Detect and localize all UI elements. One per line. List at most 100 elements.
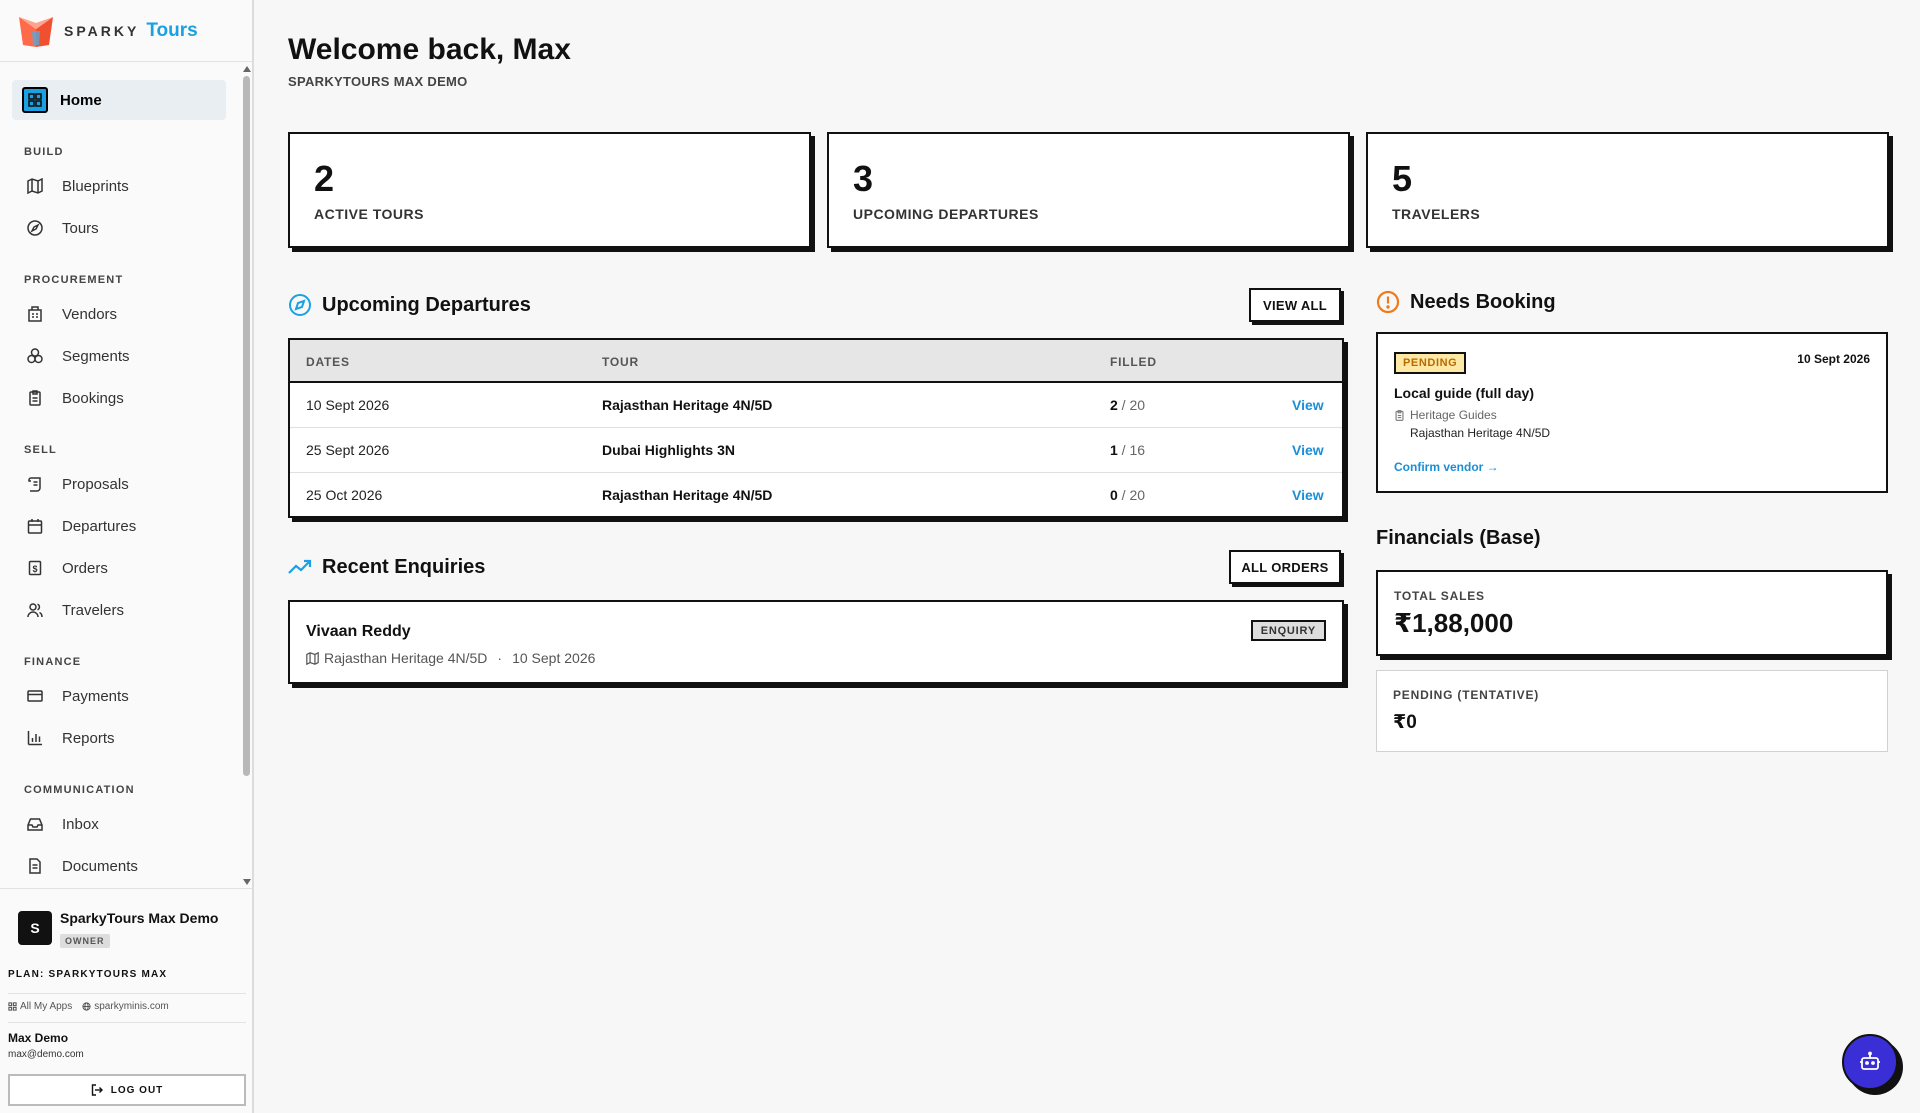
all-apps-link[interactable]: All My Apps — [8, 1001, 72, 1012]
sidebar-item-departures[interactable]: Departures — [12, 506, 226, 546]
inbox-icon — [26, 815, 44, 833]
sparky-logo-icon — [19, 16, 53, 47]
stat-label: TRAVELERS — [1392, 206, 1481, 222]
sidebar-item-label: Inbox — [62, 815, 99, 833]
clipboard-icon — [1395, 409, 1404, 421]
sidebar-item-label: Departures — [62, 517, 137, 535]
nav-heading-finance: FINANCE — [24, 656, 82, 668]
app-logo[interactable]: SPARKY Tours — [0, 0, 252, 62]
sidebar-nav: Home BUILD Blueprints Tours PROCUREMENT … — [0, 63, 240, 888]
all-apps-label: All My Apps — [20, 1001, 73, 1012]
booking-card[interactable]: PENDING 10 Sept 2026 Local guide (full d… — [1376, 332, 1888, 493]
org-name: SparkyTours Max Demo — [60, 910, 219, 926]
row-date: 25 Sept 2026 — [306, 442, 390, 458]
compass-icon — [26, 219, 44, 237]
view-link[interactable]: View — [1292, 397, 1324, 413]
org-avatar[interactable]: S — [18, 911, 52, 945]
column-header-dates: DATES — [306, 355, 350, 369]
logo-word-sparky: SPARKY — [64, 22, 140, 39]
total-sales-value: ₹1,88,000 — [1394, 608, 1514, 638]
sidebar-item-home[interactable]: Home — [12, 80, 226, 120]
logout-button[interactable]: LOG OUT — [8, 1074, 246, 1106]
pending-card: PENDING (TENTATIVE) ₹0 — [1376, 670, 1888, 752]
site-link-label: sparkyminis.com — [94, 1001, 169, 1012]
map-icon — [26, 177, 44, 195]
user-info: Max Demo max@demo.com — [8, 1022, 246, 1060]
sidebar-item-label: Orders — [62, 559, 108, 577]
sidebar-scrollbar[interactable] — [240, 63, 252, 888]
alert-circle-icon — [1376, 290, 1400, 314]
grid-icon — [8, 1002, 17, 1011]
stat-label: UPCOMING DEPARTURES — [853, 206, 1039, 222]
row-date: 10 Sept 2026 — [306, 397, 390, 413]
stat-label: ACTIVE TOURS — [314, 206, 424, 222]
column-header-filled: FILLED — [1110, 355, 1157, 369]
sidebar-scroll-thumb[interactable] — [243, 76, 250, 776]
sidebar-item-payments[interactable]: Payments — [12, 676, 226, 716]
sidebar-item-reports[interactable]: Reports — [12, 718, 226, 758]
nav-heading-communication: COMMUNICATION — [24, 784, 135, 796]
calendar-icon — [26, 517, 44, 535]
sidebar-item-segments[interactable]: Segments — [12, 336, 226, 376]
booking-date: 10 Sept 2026 — [1797, 352, 1870, 366]
sidebar-item-inbox[interactable]: Inbox — [12, 804, 226, 844]
sidebar-item-proposals[interactable]: Proposals — [12, 464, 226, 504]
sidebar-item-vendors[interactable]: Vendors — [12, 294, 226, 334]
view-all-button[interactable]: VIEW ALL — [1249, 288, 1341, 322]
booking-vendor: Heritage Guides — [1394, 408, 1497, 422]
enquiry-name: Vivaan Reddy — [306, 623, 411, 640]
needs-booking-heading: Needs Booking — [1376, 290, 1556, 314]
capacity: / 20 — [1117, 487, 1146, 503]
view-link[interactable]: View — [1292, 487, 1324, 503]
site-link[interactable]: sparkyminis.com — [82, 1001, 169, 1012]
credit-card-icon — [26, 687, 44, 705]
stat-value: 5 — [1392, 158, 1413, 199]
sidebar-item-blueprints[interactable]: Blueprints — [12, 166, 226, 206]
segments-icon — [26, 347, 44, 365]
stat-card-active-tours[interactable]: 2 ACTIVE TOURS — [288, 132, 811, 248]
logout-label: LOG OUT — [110, 1084, 164, 1096]
sidebar-item-travelers[interactable]: Travelers — [12, 590, 226, 630]
pending-label: PENDING (TENTATIVE) — [1393, 688, 1540, 702]
row-filled: 2 / 20 — [1110, 397, 1145, 413]
sidebar-item-label: Travelers — [62, 601, 124, 619]
view-link[interactable]: View — [1292, 442, 1324, 458]
enquiries-heading: Recent Enquiries — [288, 555, 485, 579]
stat-value: 3 — [853, 158, 874, 199]
nav-heading-procurement: PROCUREMENT — [24, 274, 124, 286]
scroll-down-arrow-icon[interactable] — [243, 879, 251, 885]
enquiries-title: Recent Enquiries — [322, 555, 486, 578]
sidebar-item-label: Blueprints — [62, 177, 129, 195]
needs-booking-title: Needs Booking — [1410, 290, 1556, 313]
departures-heading: Upcoming Departures — [288, 293, 531, 317]
confirm-vendor-link[interactable]: Confirm vendor → — [1394, 460, 1499, 474]
assistant-button[interactable] — [1842, 1034, 1898, 1090]
enquiry-tour: Rajasthan Heritage 4N/5D — [324, 650, 488, 666]
filled-count: 0 — [1110, 487, 1118, 503]
sidebar-item-bookings[interactable]: Bookings — [12, 378, 226, 418]
departures-table: DATES TOUR FILLED 10 Sept 2026 Rajasthan… — [288, 338, 1344, 518]
enquiry-meta: Rajasthan Heritage 4N/5D · 10 Sept 2026 — [306, 650, 595, 666]
enquiry-card[interactable]: Vivaan Reddy Rajasthan Heritage 4N/5D · … — [288, 600, 1344, 684]
sidebar-item-orders[interactable]: $ Orders — [12, 548, 226, 588]
sidebar-item-documents[interactable]: Documents — [12, 846, 226, 886]
bar-chart-icon — [26, 729, 44, 747]
clipboard-icon — [26, 389, 44, 407]
meta-separator: · — [497, 650, 503, 666]
enquiry-date: 10 Sept 2026 — [512, 650, 596, 666]
scroll-up-arrow-icon[interactable] — [243, 66, 251, 72]
pending-value: ₹0 — [1393, 712, 1417, 733]
stat-card-upcoming-departures[interactable]: 3 UPCOMING DEPARTURES — [827, 132, 1350, 248]
booking-tour: Rajasthan Heritage 4N/5D — [1410, 426, 1551, 440]
sidebar-item-label: Home — [60, 91, 102, 109]
pending-badge: PENDING — [1394, 352, 1467, 374]
stat-card-travelers[interactable]: 5 TRAVELERS — [1366, 132, 1889, 248]
compass-icon — [289, 294, 311, 316]
row-tour: Rajasthan Heritage 4N/5D — [602, 397, 773, 413]
grid-icon — [22, 87, 48, 113]
filled-count: 2 — [1110, 397, 1118, 413]
stat-value: 2 — [314, 158, 335, 199]
sidebar-item-tours[interactable]: Tours — [12, 208, 226, 248]
sidebar-item-label: Documents — [62, 857, 138, 875]
all-orders-button[interactable]: ALL ORDERS — [1229, 550, 1341, 584]
